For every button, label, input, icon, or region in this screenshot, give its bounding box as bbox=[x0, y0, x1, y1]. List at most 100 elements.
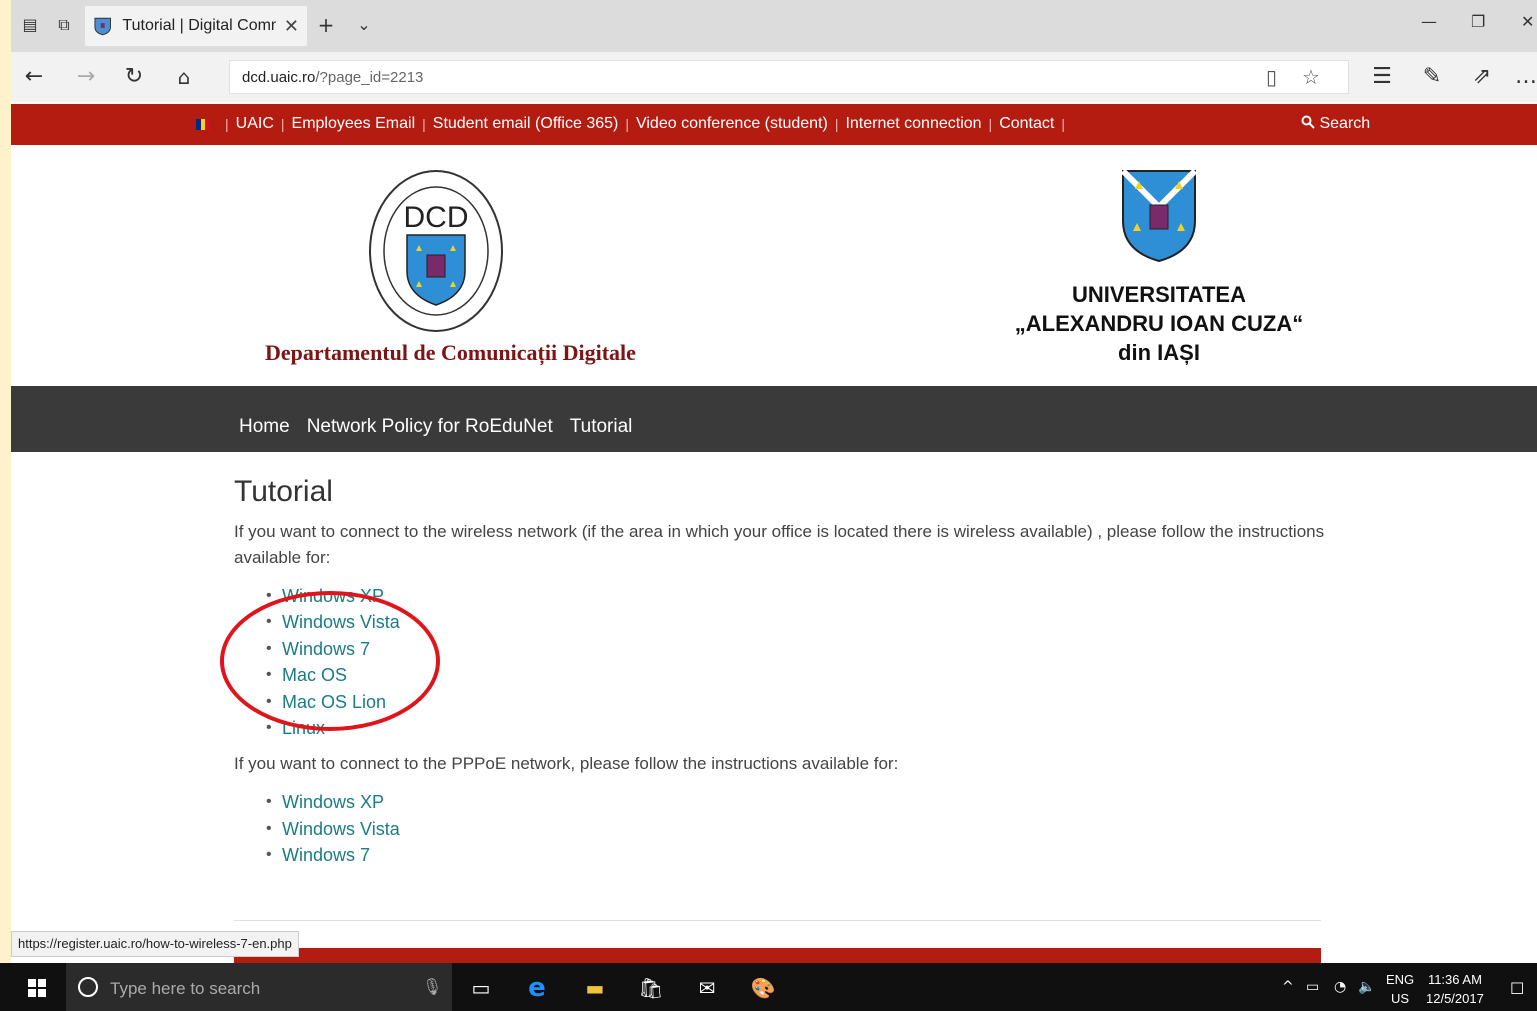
minimize-icon[interactable]: — bbox=[1421, 12, 1437, 31]
taskbar-search-box[interactable]: Type here to search 🎙 bbox=[66, 963, 452, 1011]
main-nav-network-policy[interactable]: Network Policy for RoEduNet bbox=[307, 416, 553, 438]
language-code: ENG bbox=[1386, 972, 1415, 987]
main-nav: Home Network Policy for RoEduNet Tutoria… bbox=[11, 386, 1537, 452]
show-hidden-icons-chevron-icon[interactable]: ^ bbox=[1282, 979, 1294, 995]
top-nav-student-email[interactable]: Student email (Office 365) bbox=[433, 115, 619, 133]
file-explorer-icon[interactable]: ▬ bbox=[582, 975, 608, 1001]
mail-icon[interactable]: ✉ bbox=[694, 975, 720, 1001]
reading-view-icon[interactable]: ▯ bbox=[1266, 65, 1277, 89]
pppoe-intro-text: If you want to connect to the PPPoE netw… bbox=[234, 754, 899, 774]
top-nav-video-conference[interactable]: Video conference (student) bbox=[636, 115, 828, 133]
browser-window: ▤ ⧉ Tutorial | Digital Commı ✕ + ⌄ — ❐ ✕… bbox=[11, 0, 1537, 963]
nav-separator: | bbox=[225, 116, 229, 132]
wireless-link-windows-vista[interactable]: Windows Vista bbox=[282, 612, 400, 632]
content-divider bbox=[234, 920, 1321, 921]
nav-separator: | bbox=[988, 116, 993, 132]
clock-time: 11:36 AM bbox=[1427, 972, 1482, 987]
windows-taskbar: Type here to search 🎙 ▭ e ▬ 🛍 ✉ 🎨 ^ ▭ ◔ … bbox=[0, 963, 1537, 1011]
romania-flag-icon bbox=[196, 118, 211, 130]
nav-separator: | bbox=[1061, 116, 1065, 132]
site-top-bar: | UAIC | Employees Email | Student email… bbox=[11, 104, 1537, 145]
url-domain: dcd.uaic.ro bbox=[242, 69, 316, 86]
wireless-link-linux[interactable]: Linux bbox=[282, 718, 325, 738]
tab-actions-icon[interactable]: ▤ bbox=[19, 14, 41, 36]
nav-separator: | bbox=[422, 116, 426, 132]
paint-icon[interactable]: 🎨 bbox=[750, 975, 776, 1001]
uaic-name-line-1: UNIVERSITATEA bbox=[1072, 282, 1246, 307]
close-tab-icon[interactable]: ✕ bbox=[284, 16, 299, 37]
top-nav: | UAIC | Employees Email | Student email… bbox=[196, 115, 1072, 133]
wireless-instructions-list: Windows XP Windows Vista Windows 7 Mac O… bbox=[266, 583, 1329, 742]
nav-separator: | bbox=[625, 116, 629, 132]
forward-arrow-icon[interactable]: → bbox=[71, 62, 101, 92]
taskbar-clock[interactable]: 11:36 AM 12/5/2017 bbox=[1426, 970, 1484, 1008]
address-bar[interactable]: dcd.uaic.ro/?page_id=2213 ▯ ☆ bbox=[229, 60, 1349, 94]
favorites-hub-icon[interactable]: ☰ bbox=[1367, 62, 1397, 92]
page-title: Tutorial bbox=[234, 475, 333, 508]
status-bar-url: https://register.uaic.ro/how-to-wireless… bbox=[11, 931, 299, 957]
task-view-icon[interactable]: ▭ bbox=[468, 975, 494, 1001]
url-text: dcd.uaic.ro/?page_id=2213 bbox=[242, 69, 423, 86]
new-tab-icon[interactable]: + bbox=[315, 14, 337, 36]
list-item: Mac OS bbox=[266, 662, 1329, 689]
wireless-link-windows-xp[interactable]: Windows XP bbox=[282, 586, 384, 606]
back-arrow-icon[interactable]: ← bbox=[19, 62, 49, 92]
top-nav-contact[interactable]: Contact bbox=[999, 115, 1054, 133]
top-nav-internet-connection[interactable]: Internet connection bbox=[845, 115, 981, 133]
list-item: Windows 7 bbox=[266, 636, 1329, 663]
search-icon bbox=[1301, 115, 1315, 129]
microphone-icon[interactable]: 🎙 bbox=[422, 977, 442, 996]
restore-icon[interactable]: ❐ bbox=[1471, 12, 1485, 31]
dcd-department-name: Departamentul de Comunicații Digitale bbox=[265, 340, 636, 365]
top-nav-uaic[interactable]: UAIC bbox=[236, 115, 274, 133]
main-nav-home[interactable]: Home bbox=[239, 416, 290, 438]
wireless-intro-text: If you want to connect to the wireless n… bbox=[234, 522, 1325, 567]
pppoe-link-windows-vista[interactable]: Windows Vista bbox=[282, 819, 400, 839]
web-note-icon[interactable]: ✎ bbox=[1417, 62, 1447, 92]
wireless-link-mac-os-lion[interactable]: Mac OS Lion bbox=[282, 692, 386, 712]
wireless-link-mac-os[interactable]: Mac OS bbox=[282, 665, 347, 685]
pppoe-link-windows-xp[interactable]: Windows XP bbox=[282, 792, 384, 812]
volume-icon[interactable]: 🔈 bbox=[1358, 979, 1375, 995]
more-icon[interactable]: … bbox=[1511, 62, 1537, 92]
tab-title: Tutorial | Digital Commı bbox=[122, 17, 276, 34]
search-button[interactable]: Search bbox=[1301, 115, 1370, 133]
tab-list-chevron-icon[interactable]: ⌄ bbox=[353, 14, 375, 36]
site-header: DCD Departamentul de Comunicații Digital… bbox=[11, 145, 1537, 386]
windows-start-icon[interactable] bbox=[28, 979, 46, 997]
pppoe-link-windows-7[interactable]: Windows 7 bbox=[282, 845, 370, 865]
pppoe-instructions-list: Windows XP Windows Vista Windows 7 bbox=[266, 789, 1329, 869]
dcd-seal-logo[interactable]: DCD bbox=[367, 167, 515, 337]
active-tab[interactable]: Tutorial | Digital Commı ✕ bbox=[85, 6, 307, 46]
nav-separator: | bbox=[834, 116, 839, 132]
store-icon[interactable]: 🛍 bbox=[638, 975, 664, 1001]
list-item: Mac OS Lion bbox=[266, 689, 1329, 716]
tab-bar: ▤ ⧉ Tutorial | Digital Commı ✕ + ⌄ — ❐ ✕ bbox=[11, 0, 1537, 52]
notification-center-icon[interactable]: ☐ bbox=[1510, 979, 1524, 998]
home-icon[interactable]: ⌂ bbox=[169, 62, 199, 92]
list-item: Windows 7 bbox=[266, 842, 1329, 869]
close-window-icon[interactable]: ✕ bbox=[1521, 12, 1534, 31]
nav-separator: | bbox=[280, 116, 285, 132]
search-label: Search bbox=[1319, 115, 1371, 132]
wireless-link-windows-7[interactable]: Windows 7 bbox=[282, 639, 370, 659]
wifi-icon[interactable]: ◔ bbox=[1334, 979, 1346, 995]
uaic-coat-of-arms-logo[interactable] bbox=[1119, 167, 1199, 263]
tab-preview-icon[interactable]: ⧉ bbox=[53, 14, 75, 36]
main-nav-tutorial[interactable]: Tutorial bbox=[570, 416, 633, 438]
edge-browser-icon[interactable]: e bbox=[524, 975, 550, 1001]
refresh-icon[interactable]: ↻ bbox=[119, 62, 149, 92]
address-toolbar: ← → ↻ ⌂ dcd.uaic.ro/?page_id=2213 ▯ ☆ ☰ … bbox=[11, 52, 1537, 102]
language-indicator[interactable]: ENG US bbox=[1386, 970, 1414, 1008]
list-item: Windows XP bbox=[266, 583, 1329, 610]
main-content: Tutorial If you want to connect to the w… bbox=[234, 475, 1329, 879]
share-icon[interactable]: ⇗ bbox=[1467, 62, 1497, 92]
cortana-icon bbox=[78, 977, 98, 997]
favorite-star-icon[interactable]: ☆ bbox=[1302, 65, 1320, 89]
uaic-university-name: UNIVERSITATEA „ALEXANDRU IOAN CUZA“ din … bbox=[1011, 280, 1307, 367]
footer-bar bbox=[234, 948, 1321, 963]
top-nav-employees-email[interactable]: Employees Email bbox=[292, 115, 416, 133]
list-item: Windows Vista bbox=[266, 609, 1329, 636]
list-item: Windows Vista bbox=[266, 816, 1329, 843]
battery-icon[interactable]: ▭ bbox=[1306, 979, 1319, 995]
